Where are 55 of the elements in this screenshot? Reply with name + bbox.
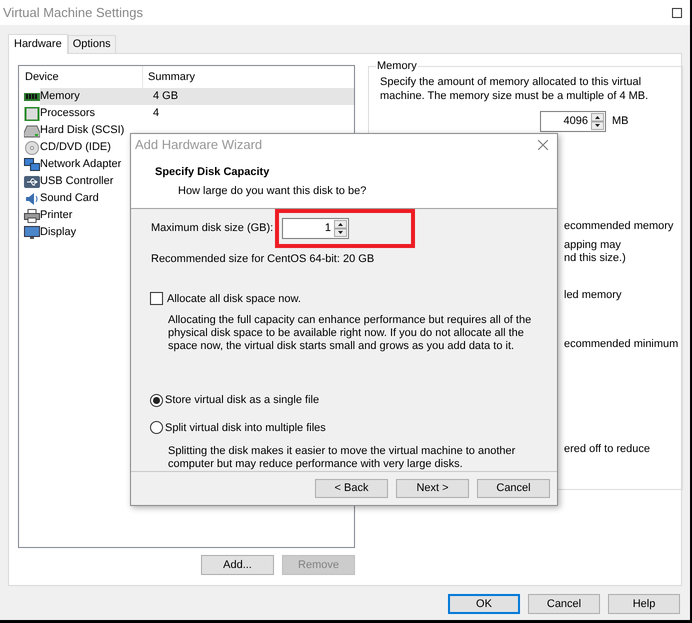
memory-note: ered off to reduce <box>564 442 652 456</box>
tab[interactable]: Options <box>68 35 116 53</box>
memory-note: nd this size.) <box>564 252 627 264</box>
unit-label: MB <box>612 114 628 129</box>
device-summary: 4 <box>152 106 160 122</box>
radio-label: Split virtual disk into multiple files <box>165 420 326 436</box>
device-name: Memory <box>40 90 80 102</box>
dialog-button[interactable]: Cancel <box>528 594 600 614</box>
device-name: Processors <box>40 107 96 120</box>
allocate-note: Allocating the full capacity can enhance performance but requires all of the physical disk space to be available right now. If you do not allocate all the space now, the virtual disk starts small and grows as you add data to it. <box>167 314 532 353</box>
memory-note: apping may <box>564 238 622 252</box>
wizard-heading: Specify Disk Capacity <box>155 165 270 180</box>
tab[interactable]: Hardware <box>8 34 68 54</box>
speaker-icon <box>24 192 40 206</box>
device-name: Printer <box>40 209 72 222</box>
dialog-title: Add Hardware Wizard <box>135 136 262 154</box>
size-label: Maximum disk size (GB): <box>151 221 274 236</box>
memory-note: ecommended minimum <box>564 338 678 350</box>
split-note: Splitting the disk makes it easier to move the virtual machine to another computer but may reduce performance with very large disks. <box>167 445 516 471</box>
radio-label: Store virtual disk as a single file <box>165 393 320 408</box>
device-row[interactable]: Processors 4 <box>40 105 354 122</box>
usb-icon <box>24 174 40 188</box>
memory-field[interactable]: 4096 <box>540 110 606 132</box>
memory-note: ecommended memory <box>564 220 674 232</box>
add-button[interactable]: Add... <box>201 555 274 575</box>
dialog-button[interactable]: OK <box>448 594 520 614</box>
dialog-button[interactable]: Help <box>608 594 680 614</box>
memory-note: led memory <box>564 288 622 302</box>
window-title: Virtual Machine Settings <box>3 4 143 22</box>
maximize-icon[interactable] <box>672 8 682 18</box>
wizard-button[interactable]: Next > <box>396 478 469 498</box>
device-name: Hard Disk (SCSI) <box>40 124 124 136</box>
device-name: USB Controller <box>40 175 114 188</box>
recommended-size: Recommended size for CentOS 64-bit: 20 GB <box>151 252 376 267</box>
printer-icon <box>24 208 40 222</box>
spin-arrows-icon[interactable] <box>591 112 604 130</box>
device-row[interactable]: Memory 4 GB <box>40 88 354 105</box>
wizard-button[interactable]: < Back <box>315 478 388 498</box>
radio-button[interactable] <box>150 394 163 407</box>
wizard-button[interactable]: Cancel <box>477 478 550 498</box>
wizard-subheading: How large do you want this disk to be? <box>177 184 368 199</box>
processor-icon <box>24 106 40 120</box>
checkbox-label: Allocate all disk space now. <box>167 292 301 306</box>
monitor-icon <box>24 226 40 240</box>
network-monitors-icon <box>24 158 40 172</box>
column-header[interactable]: Summary <box>143 66 196 88</box>
close-icon[interactable] <box>538 140 548 150</box>
memory-description: Specify the amount of memory allocated to this virtual machine. The memory size must be a multiple of 4 MB. <box>380 74 650 102</box>
device-summary: 4 GB <box>152 89 178 104</box>
allocate-checkbox[interactable] <box>150 292 163 306</box>
spin-arrows-icon[interactable] <box>334 220 347 237</box>
disc-icon <box>24 140 40 154</box>
radio-button[interactable] <box>150 421 163 434</box>
disk-size-field[interactable]: 1 <box>282 218 349 239</box>
group-title: Memory <box>376 59 418 74</box>
